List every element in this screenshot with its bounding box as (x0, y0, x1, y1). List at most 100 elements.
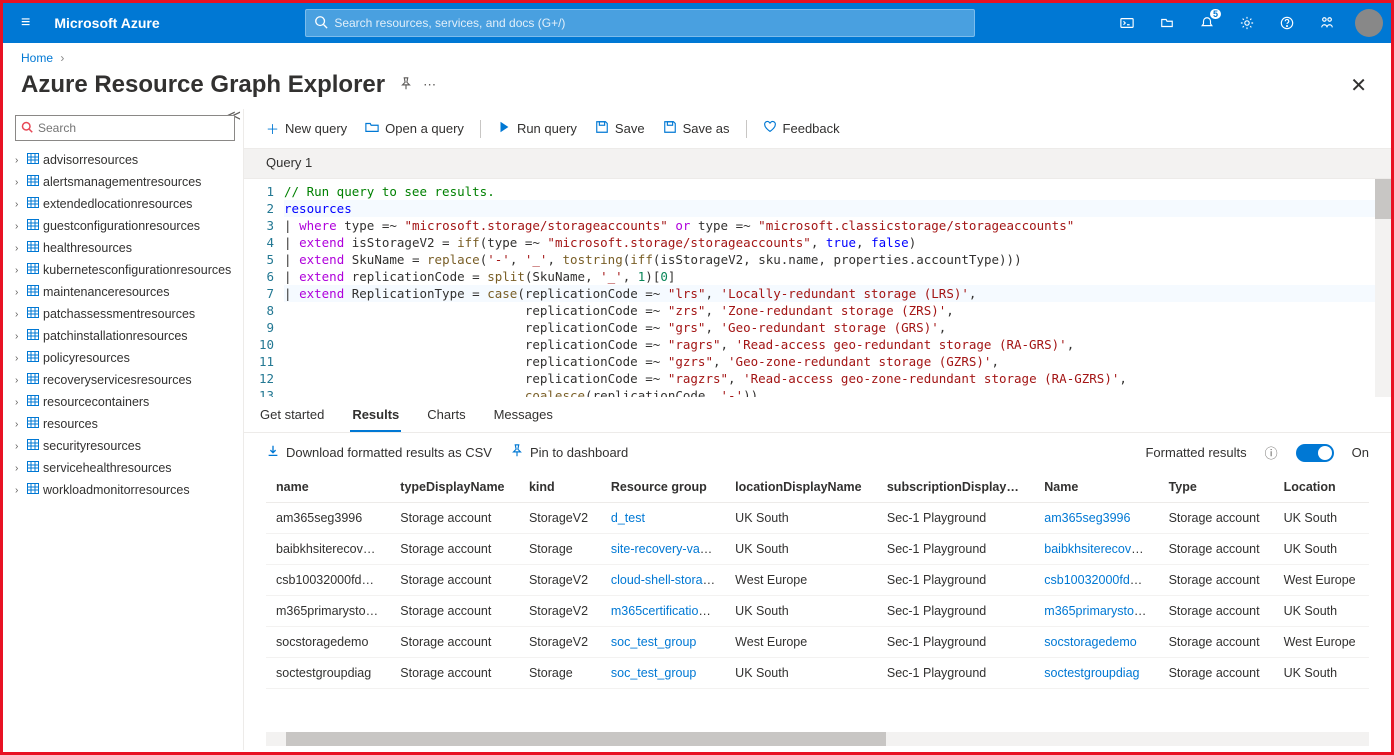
code-line[interactable]: replicationCode =~ "ragzrs", 'Read-acces… (284, 370, 1391, 387)
open-query-button[interactable]: Open a query (357, 116, 472, 141)
code-line[interactable]: replicationCode =~ "grs", 'Geo-redundant… (284, 319, 1391, 336)
sidebar-item-kubernetesconfigurationresources[interactable]: ›kubernetesconfigurationresources (15, 259, 235, 281)
notifications-icon[interactable]: 5 (1187, 3, 1227, 43)
column-header[interactable]: subscriptionDisplay… (877, 472, 1034, 503)
code-line[interactable]: resources (284, 200, 1391, 217)
close-icon[interactable]: ✕ (1350, 73, 1367, 98)
table-row[interactable]: m365primarystorage Storage account Stora… (266, 596, 1369, 627)
resource-group-link[interactable]: soc_test_group (611, 666, 696, 680)
info-icon[interactable]: ⓘ (1265, 443, 1278, 462)
query-toolbar: ＋New query Open a query Run query Save S… (244, 109, 1391, 149)
code-line[interactable]: | extend isStorageV2 = iff(type =~ "micr… (284, 234, 1391, 251)
table-row[interactable]: soctestgroupdiag Storage account Storage… (266, 658, 1369, 689)
tab-messages[interactable]: Messages (492, 399, 555, 432)
avatar[interactable] (1355, 9, 1383, 37)
settings-icon[interactable] (1227, 3, 1267, 43)
table-row[interactable]: csb10032000fd40f2aa Storage account Stor… (266, 565, 1369, 596)
save-button[interactable]: Save (587, 116, 653, 141)
code-line[interactable]: replicationCode =~ "gzrs", 'Geo-zone-red… (284, 353, 1391, 370)
breadcrumb-home[interactable]: Home (21, 51, 53, 65)
resource-group-link[interactable]: cloud-shell-storage-w… (611, 573, 725, 587)
global-search[interactable] (305, 9, 975, 37)
sidebar-item-label: healthresources (43, 241, 132, 255)
tab-results[interactable]: Results (350, 399, 401, 432)
column-header[interactable]: Resource group (601, 472, 725, 503)
column-header[interactable]: locationDisplayName (725, 472, 877, 503)
resource-link[interactable]: baibkhsiterecovasrcac… (1044, 542, 1158, 556)
folder-open-icon (365, 120, 379, 137)
resource-link[interactable]: m365primarystorage (1044, 604, 1158, 618)
sidebar-search-input[interactable] (15, 115, 235, 141)
sidebar-item-guestconfigurationresources[interactable]: ›guestconfigurationresources (15, 215, 235, 237)
sidebar-item-label: alertsmanagementresources (43, 175, 201, 189)
sidebar-item-alertsmanagementresources[interactable]: ›alertsmanagementresources (15, 171, 235, 193)
resource-group-link[interactable]: site-recovery-vault-uk-… (611, 542, 725, 556)
resource-link[interactable]: csb10032000fd40f2aa (1044, 573, 1158, 587)
hamburger-icon[interactable]: ≡ (11, 14, 40, 32)
sidebar-item-patchinstallationresources[interactable]: ›patchinstallationresources (15, 325, 235, 347)
code-line[interactable]: | where type =~ "microsoft.storage/stora… (284, 217, 1391, 234)
download-csv-button[interactable]: Download formatted results as CSV (266, 444, 492, 461)
sidebar-item-resourcecontainers[interactable]: ›resourcecontainers (15, 391, 235, 413)
column-header[interactable]: Location (1274, 472, 1369, 503)
sidebar-item-policyresources[interactable]: ›policyresources (15, 347, 235, 369)
more-icon[interactable]: ⋯ (423, 77, 437, 93)
editor-scrollbar[interactable] (1375, 179, 1391, 397)
feedback-button[interactable]: Feedback (755, 116, 848, 141)
new-query-button[interactable]: ＋New query (258, 115, 355, 142)
sidebar-item-maintenanceresources[interactable]: ›maintenanceresources (15, 281, 235, 303)
sidebar-item-servicehealthresources[interactable]: ›servicehealthresources (15, 457, 235, 479)
table-row[interactable]: baibkhsiterecovasrcache Storage account … (266, 534, 1369, 565)
cloud-shell-icon[interactable] (1107, 3, 1147, 43)
pin-icon[interactable] (399, 77, 413, 94)
sidebar-item-resources[interactable]: ›resources (15, 413, 235, 435)
pin-dashboard-button[interactable]: Pin to dashboard (510, 444, 628, 461)
column-header[interactable]: Type (1159, 472, 1274, 503)
sidebar-item-workloadmonitorresources[interactable]: ›workloadmonitorresources (15, 479, 235, 501)
sidebar-item-patchassessmentresources[interactable]: ›patchassessmentresources (15, 303, 235, 325)
help-icon[interactable] (1267, 3, 1307, 43)
tab-get-started[interactable]: Get started (258, 399, 326, 432)
formatted-toggle[interactable] (1296, 444, 1334, 462)
sidebar-item-label: kubernetesconfigurationresources (43, 263, 231, 277)
table-row[interactable]: am365seg3996 Storage account StorageV2 d… (266, 503, 1369, 534)
resource-link[interactable]: soctestgroupdiag (1044, 666, 1139, 680)
column-header[interactable]: Name (1034, 472, 1158, 503)
code-line[interactable]: // Run query to see results. (284, 183, 1391, 200)
formatted-label: Formatted results (1145, 445, 1246, 460)
sidebar-item-healthresources[interactable]: ›healthresources (15, 237, 235, 259)
column-header[interactable]: name (266, 472, 390, 503)
tab-charts[interactable]: Charts (425, 399, 467, 432)
run-query-button[interactable]: Run query (489, 116, 585, 141)
resource-group-link[interactable]: soc_test_group (611, 635, 696, 649)
sidebar-item-advisorresources[interactable]: ›advisorresources (15, 149, 235, 171)
column-header[interactable]: kind (519, 472, 601, 503)
search-input[interactable] (334, 16, 966, 30)
sidebar-item-recoveryservicesresources[interactable]: ›recoveryservicesresources (15, 369, 235, 391)
directories-icon[interactable] (1147, 3, 1187, 43)
horizontal-scrollbar[interactable] (266, 732, 1369, 746)
breadcrumb: Home › (3, 43, 1391, 67)
code-editor[interactable]: 12345678910111213 // Run query to see re… (244, 179, 1391, 397)
resource-link[interactable]: socstoragedemo (1044, 635, 1136, 649)
code-line[interactable]: replicationCode =~ "ragrs", 'Read-access… (284, 336, 1391, 353)
code-line[interactable]: coalesce(replicationCode, '-')) (284, 387, 1391, 397)
feedback-top-icon[interactable] (1307, 3, 1347, 43)
resource-link[interactable]: am365seg3996 (1044, 511, 1130, 525)
resource-group-link[interactable]: d_test (611, 511, 645, 525)
sidebar-item-extendedlocationresources[interactable]: ›extendedlocationresources (15, 193, 235, 215)
save-as-button[interactable]: Save as (655, 116, 738, 141)
code-line[interactable]: | extend replicationCode = split(SkuName… (284, 268, 1391, 285)
code-line[interactable]: | extend SkuName = replace('-', '_', tos… (284, 251, 1391, 268)
brand-label[interactable]: Microsoft Azure (40, 15, 173, 31)
results-table: nametypeDisplayNamekindResource grouploc… (266, 472, 1369, 689)
sidebar-item-securityresources[interactable]: ›securityresources (15, 435, 235, 457)
resource-group-link[interactable]: m365certification_test (611, 604, 725, 618)
table-row[interactable]: socstoragedemo Storage account StorageV2… (266, 627, 1369, 658)
sidebar-item-label: patchassessmentresources (43, 307, 195, 321)
column-header[interactable]: typeDisplayName (390, 472, 519, 503)
chevron-right-icon: › (15, 353, 27, 364)
query-tab[interactable]: Query 1 (258, 155, 320, 170)
code-line[interactable]: replicationCode =~ "zrs", 'Zone-redundan… (284, 302, 1391, 319)
code-line[interactable]: | extend ReplicationType = case(replicat… (284, 285, 1391, 302)
